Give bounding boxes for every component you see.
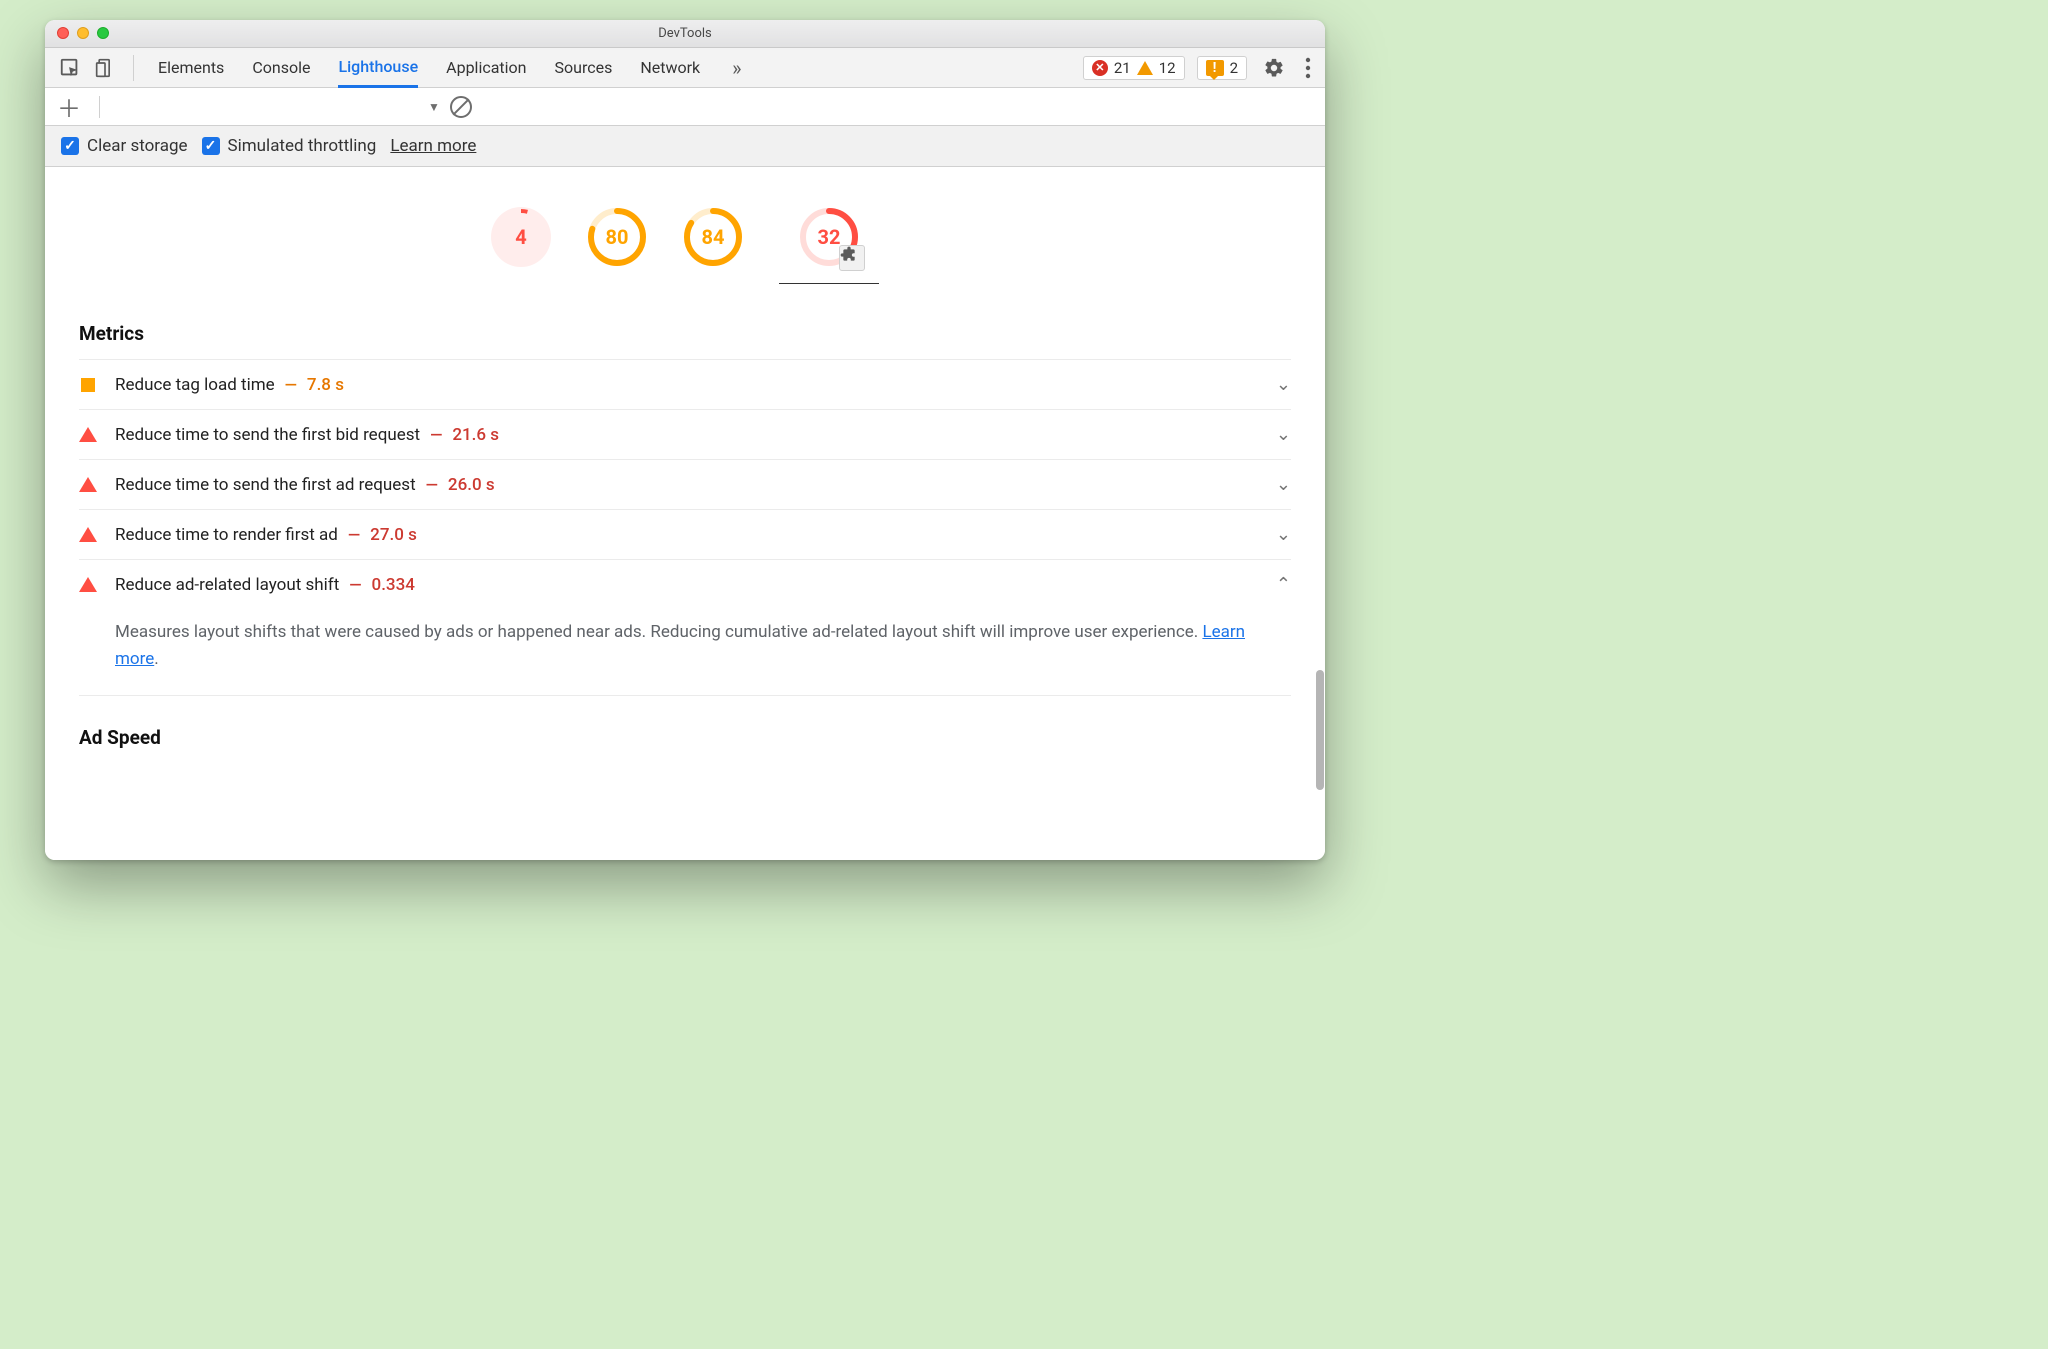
divider bbox=[133, 55, 134, 81]
metric-name: Reduce ad-related layout shift bbox=[115, 575, 339, 595]
metric-row[interactable]: Reduce time to send the first ad request… bbox=[79, 459, 1291, 509]
inspect-icon[interactable] bbox=[55, 53, 85, 83]
more-tabs-icon[interactable]: » bbox=[728, 48, 745, 87]
learn-more-link[interactable]: Learn more bbox=[390, 136, 476, 156]
score-gauges: 4 80 84 32 bbox=[45, 167, 1325, 304]
chevron-down-icon: ⌄ bbox=[1276, 424, 1291, 445]
tab-console[interactable]: Console bbox=[252, 48, 310, 87]
metric-description: Measures layout shifts that were caused … bbox=[79, 609, 1291, 696]
sub-toolbar: ＋ ▼ bbox=[45, 88, 1325, 126]
triangle-icon bbox=[79, 527, 97, 542]
metric-value: 7.8 s bbox=[307, 375, 344, 395]
triangle-icon bbox=[79, 577, 97, 592]
issues-icon: ! bbox=[1206, 60, 1224, 76]
issues-badge[interactable]: ! 2 bbox=[1197, 56, 1247, 80]
error-icon: ✕ bbox=[1092, 60, 1108, 76]
triangle-icon bbox=[79, 477, 97, 492]
metric-name: Reduce time to send the first ad request bbox=[115, 475, 416, 495]
metric-value: 26.0 s bbox=[448, 475, 495, 495]
checkbox-icon: ✓ bbox=[61, 137, 79, 155]
tabs-bar: Elements Console Lighthouse Application … bbox=[45, 48, 1325, 88]
tab-lighthouse[interactable]: Lighthouse bbox=[338, 48, 418, 88]
score-gauge[interactable]: 84 bbox=[683, 207, 743, 267]
ad-speed-title: Ad Speed bbox=[45, 700, 1325, 755]
metric-row[interactable]: Reduce time to send the first bid reques… bbox=[79, 409, 1291, 459]
simulated-throttling-label: Simulated throttling bbox=[228, 136, 377, 156]
settings-icon[interactable] bbox=[1259, 53, 1289, 83]
clear-storage-label: Clear storage bbox=[87, 136, 188, 156]
window-zoom-button[interactable] bbox=[97, 27, 109, 39]
gauge-underline bbox=[779, 283, 879, 284]
metrics-list: Reduce tag load time — 7.8 s ⌄ Reduce ti… bbox=[79, 359, 1291, 696]
metric-value: 21.6 s bbox=[452, 425, 499, 445]
score-gauge[interactable]: 32 bbox=[799, 207, 859, 267]
metric-name: Reduce tag load time bbox=[115, 375, 275, 395]
square-icon bbox=[81, 378, 95, 392]
report-content[interactable]: 4 80 84 32 Metrics Reduce tag load time … bbox=[45, 167, 1325, 860]
warning-icon bbox=[1137, 61, 1153, 75]
errors-warnings-badge[interactable]: ✕ 21 12 bbox=[1083, 56, 1185, 80]
tabs: Elements Console Lighthouse Application … bbox=[158, 48, 746, 87]
plugin-icon bbox=[839, 245, 865, 271]
metric-row[interactable]: Reduce time to render first ad — 27.0 s … bbox=[79, 509, 1291, 559]
new-report-button[interactable]: ＋ bbox=[57, 89, 81, 124]
divider bbox=[99, 96, 100, 118]
chevron-down-icon: ⌄ bbox=[1276, 474, 1291, 495]
issues-count: 2 bbox=[1230, 59, 1238, 77]
chevron-down-icon: ⌄ bbox=[1276, 524, 1291, 545]
more-options-icon[interactable] bbox=[1301, 53, 1315, 83]
metric-value: 27.0 s bbox=[370, 525, 417, 545]
chevron-up-icon: ⌃ bbox=[1276, 574, 1291, 595]
devtools-window: DevTools Elements Console Lighthouse App… bbox=[45, 20, 1325, 860]
metrics-section: Metrics Reduce tag load time — 7.8 s ⌄ R… bbox=[45, 304, 1325, 700]
simulated-throttling-checkbox[interactable]: ✓ Simulated throttling bbox=[202, 136, 377, 156]
window-minimize-button[interactable] bbox=[77, 27, 89, 39]
options-bar: ✓ Clear storage ✓ Simulated throttling L… bbox=[45, 126, 1325, 167]
metric-row[interactable]: Reduce tag load time — 7.8 s ⌄ bbox=[79, 359, 1291, 409]
tabs-right: ✕ 21 12 ! 2 bbox=[1083, 53, 1315, 83]
metric-name: Reduce time to render first ad bbox=[115, 525, 338, 545]
tab-application[interactable]: Application bbox=[446, 48, 526, 87]
learn-more-link[interactable]: Learn more bbox=[115, 622, 1245, 669]
score-gauge[interactable]: 80 bbox=[587, 207, 647, 267]
clear-storage-checkbox[interactable]: ✓ Clear storage bbox=[61, 136, 188, 156]
tab-network[interactable]: Network bbox=[640, 48, 700, 87]
score-gauge[interactable]: 4 bbox=[491, 207, 551, 267]
device-toolbar-icon[interactable] bbox=[91, 53, 119, 83]
window-close-button[interactable] bbox=[57, 27, 69, 39]
tab-sources[interactable]: Sources bbox=[555, 48, 613, 87]
dash: — bbox=[348, 525, 360, 544]
tab-elements[interactable]: Elements bbox=[158, 48, 224, 87]
clear-icon[interactable] bbox=[450, 96, 472, 118]
dash: — bbox=[349, 575, 361, 594]
scrollbar-thumb[interactable] bbox=[1316, 670, 1324, 790]
chevron-down-icon: ⌄ bbox=[1276, 374, 1291, 395]
warning-count: 12 bbox=[1159, 59, 1176, 77]
error-count: 21 bbox=[1114, 59, 1131, 77]
metric-value: 0.334 bbox=[372, 575, 415, 595]
dash: — bbox=[426, 475, 438, 494]
metric-name: Reduce time to send the first bid reques… bbox=[115, 425, 420, 445]
triangle-icon bbox=[79, 427, 97, 442]
traffic-lights bbox=[57, 27, 109, 39]
metric-row[interactable]: Reduce ad-related layout shift — 0.334 ⌃ bbox=[79, 559, 1291, 609]
window-title: DevTools bbox=[658, 26, 711, 41]
checkbox-icon: ✓ bbox=[202, 137, 220, 155]
report-dropdown[interactable]: ▼ bbox=[428, 100, 440, 114]
dash: — bbox=[430, 425, 442, 444]
metrics-title: Metrics bbox=[79, 322, 1291, 345]
titlebar: DevTools bbox=[45, 20, 1325, 48]
dash: — bbox=[285, 375, 297, 394]
